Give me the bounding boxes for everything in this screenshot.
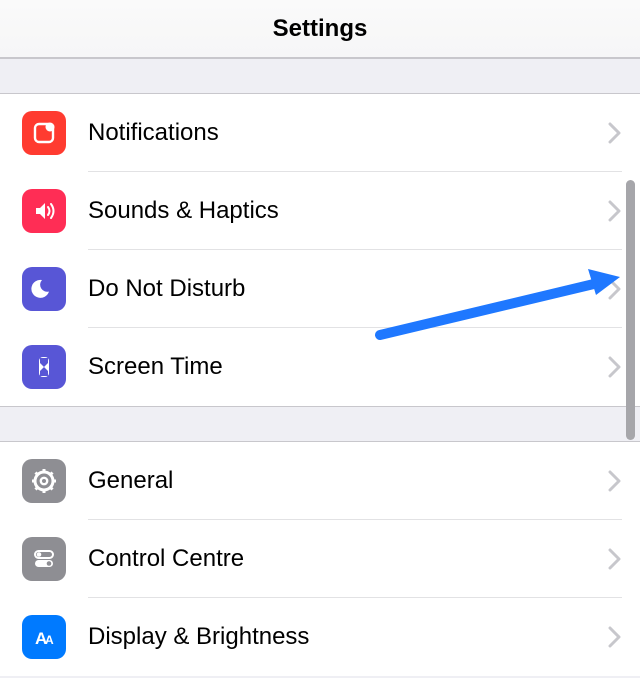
chevron-right-icon: [608, 122, 622, 144]
row-label: Display & Brightness: [88, 623, 608, 651]
header: Settings: [0, 0, 640, 58]
chevron-right-icon: [608, 626, 622, 648]
chevron-right-icon: [608, 470, 622, 492]
row-screen-time[interactable]: Screen Time: [0, 328, 640, 406]
row-label: Screen Time: [88, 353, 608, 381]
switches-icon: [22, 537, 66, 581]
chevron-right-icon: [608, 200, 622, 222]
gear-icon: [22, 459, 66, 503]
row-label: General: [88, 467, 608, 495]
scrollbar[interactable]: [626, 180, 635, 440]
settings-group-1: Notifications Sounds & Haptics Do Not Di…: [0, 94, 640, 406]
row-label: Do Not Disturb: [88, 275, 608, 303]
row-do-not-disturb[interactable]: Do Not Disturb: [0, 250, 640, 328]
settings-group-2: General Control Centre AA Display & Brig…: [0, 442, 640, 676]
speaker-icon: [22, 189, 66, 233]
hourglass-icon: [22, 345, 66, 389]
svg-text:A: A: [45, 633, 54, 647]
section-separator: [0, 58, 640, 94]
page-title: Settings: [273, 15, 368, 43]
row-notifications[interactable]: Notifications: [0, 94, 640, 172]
moon-icon: [22, 267, 66, 311]
notifications-icon: [22, 111, 66, 155]
row-sounds-haptics[interactable]: Sounds & Haptics: [0, 172, 640, 250]
chevron-right-icon: [608, 278, 622, 300]
row-label: Control Centre: [88, 545, 608, 573]
row-general[interactable]: General: [0, 442, 640, 520]
row-control-centre[interactable]: Control Centre: [0, 520, 640, 598]
row-display-brightness[interactable]: AA Display & Brightness: [0, 598, 640, 676]
row-label: Sounds & Haptics: [88, 197, 608, 225]
text-size-icon: AA: [22, 615, 66, 659]
row-label: Notifications: [88, 119, 608, 147]
chevron-right-icon: [608, 356, 622, 378]
chevron-right-icon: [608, 548, 622, 570]
section-separator: [0, 406, 640, 442]
